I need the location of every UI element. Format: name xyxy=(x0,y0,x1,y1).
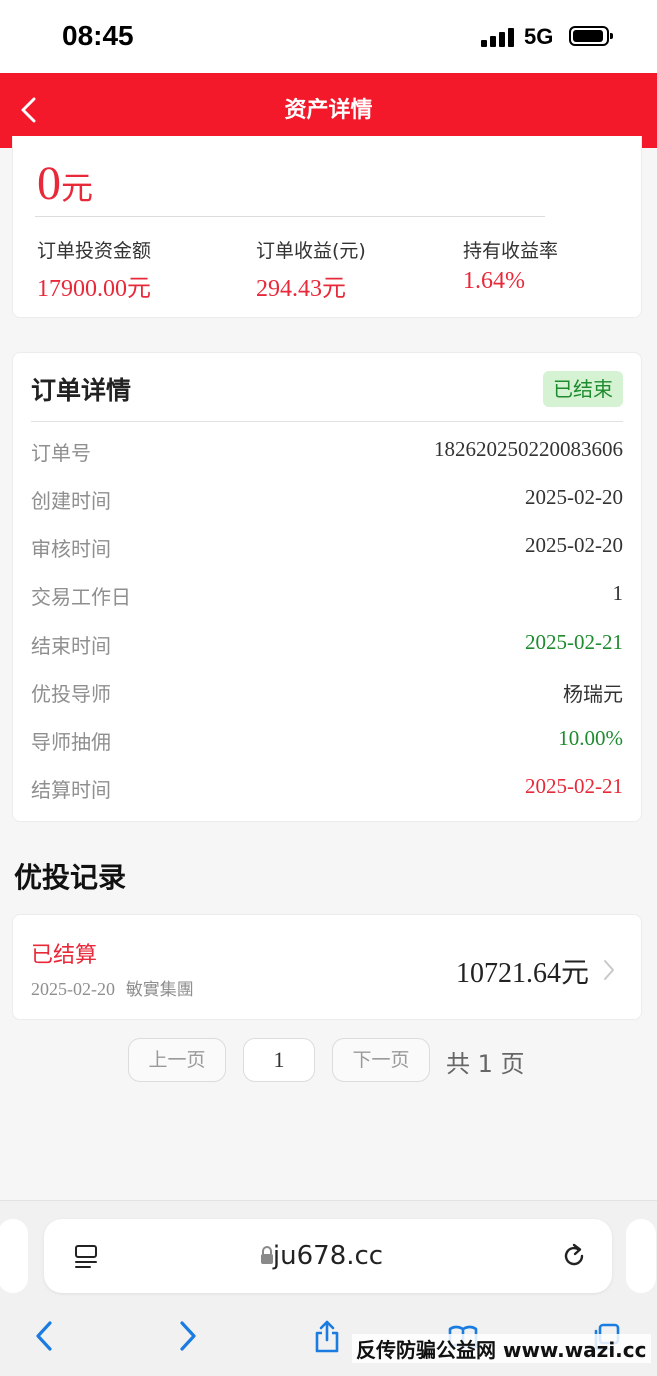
status-time: 08:45 xyxy=(62,20,134,51)
browser-forward-icon[interactable] xyxy=(172,1319,202,1353)
order-row-created: 创建时间 2025-02-20 xyxy=(31,479,623,519)
record-amount: 10721.64元 xyxy=(455,958,589,989)
record-status: 已结算 xyxy=(31,943,98,968)
records-section-title: 优投记录 xyxy=(14,861,127,894)
address-bar[interactable]: ju678.cc xyxy=(44,1219,612,1293)
record-company: 敏實集團 xyxy=(125,980,194,1000)
asset-amount-unit: 元 xyxy=(61,170,94,206)
page-total: 共 1 页 xyxy=(446,1050,525,1078)
asset-amount: 0元 xyxy=(37,156,93,211)
row-value: 2025-02-21 xyxy=(525,774,623,798)
reload-icon[interactable] xyxy=(560,1242,588,1270)
signal-icon xyxy=(481,27,517,47)
battery-icon xyxy=(569,26,613,46)
row-label: 导师抽佣 xyxy=(31,730,111,754)
order-row-trading-days: 交易工作日 1 xyxy=(31,575,623,615)
share-icon[interactable] xyxy=(312,1319,342,1353)
current-page[interactable]: 1 xyxy=(243,1038,315,1082)
stat-value-profit: 294.43元 xyxy=(256,276,346,302)
row-value: 2025-02-20 xyxy=(525,485,623,509)
prev-page-button[interactable]: 上一页 xyxy=(128,1038,226,1082)
status-badge: 已结束 xyxy=(543,371,623,407)
row-label: 结算时间 xyxy=(31,778,111,802)
stat-label-yield: 持有收益率 xyxy=(463,240,559,262)
row-value: 10.00% xyxy=(558,726,623,750)
divider xyxy=(35,216,545,217)
next-page-button[interactable]: 下一页 xyxy=(332,1038,430,1082)
order-detail-card: 订单详情 已结束 订单号 182620250220083606 创建时间 202… xyxy=(12,352,642,822)
row-value: 1 xyxy=(612,581,624,605)
next-tab-preview[interactable] xyxy=(626,1219,656,1293)
status-bar: 08:45 5G xyxy=(0,0,657,73)
asset-summary-card: 0元 订单投资金额 17900.00元 订单收益(元) 294.43元 持有收益… xyxy=(12,136,642,318)
order-row-end-time: 结束时间 2025-02-21 xyxy=(31,624,623,664)
order-detail-title: 订单详情 xyxy=(31,376,132,405)
order-row-reviewed: 审核时间 2025-02-20 xyxy=(31,527,623,567)
row-label: 订单号 xyxy=(31,441,91,465)
network-type: 5G xyxy=(524,24,554,49)
asset-amount-value: 0 xyxy=(37,157,61,210)
record-meta: 2025-02-20 敏實集團 xyxy=(31,975,194,1000)
row-value: 杨瑞元 xyxy=(563,682,623,706)
stat-value-yield: 1.64% xyxy=(463,268,525,294)
stat-label-investment: 订单投资金额 xyxy=(37,240,152,262)
row-label: 审核时间 xyxy=(31,537,111,561)
row-label: 交易工作日 xyxy=(31,585,131,609)
record-list-item[interactable]: 已结算 2025-02-20 敏實集團 10721.64元 xyxy=(12,914,642,1020)
row-label: 结束时间 xyxy=(31,634,111,658)
row-value: 2025-02-21 xyxy=(525,630,623,654)
watermark: 反传防骗公益网 www.wazi.cc xyxy=(352,1334,651,1363)
record-date: 2025-02-20 xyxy=(31,979,115,999)
stat-value-investment: 17900.00元 xyxy=(37,276,151,302)
previous-tab-preview[interactable] xyxy=(0,1219,28,1293)
row-label: 优投导师 xyxy=(31,682,111,706)
chevron-right-icon xyxy=(604,960,614,980)
order-row-mentor: 优投导师 杨瑞元 xyxy=(31,672,623,712)
url-text[interactable]: ju678.cc xyxy=(44,1219,612,1293)
row-value: 182620250220083606 xyxy=(434,437,623,461)
divider xyxy=(31,421,623,422)
back-arrow-icon[interactable] xyxy=(20,97,36,123)
row-value: 2025-02-20 xyxy=(525,533,623,557)
browser-back-icon[interactable] xyxy=(30,1319,60,1353)
order-row-settlement: 结算时间 2025-02-21 xyxy=(31,768,623,808)
order-row-commission: 导师抽佣 10.00% xyxy=(31,720,623,760)
order-row-id: 订单号 182620250220083606 xyxy=(31,431,623,471)
row-label: 创建时间 xyxy=(31,489,111,513)
stat-label-profit: 订单收益(元) xyxy=(256,240,366,262)
